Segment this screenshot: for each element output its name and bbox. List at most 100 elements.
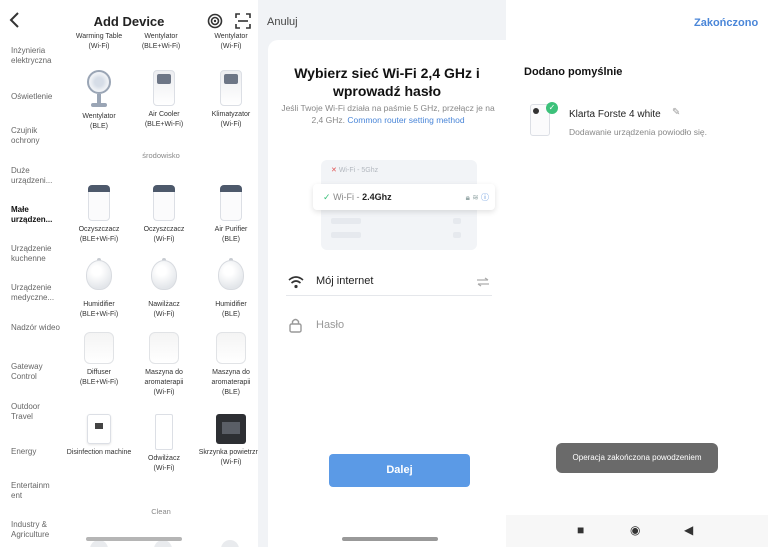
wifi-setup-panel: Anuluj Wybierz sieć Wi-Fi 2,4 GHz i wpro…: [258, 0, 506, 547]
device-item[interactable]: Warming Table (Wi-Fi): [64, 32, 134, 52]
air-purifier-icon: [220, 185, 242, 221]
air-cooler-icon: [153, 70, 175, 106]
category-video-surveillance[interactable]: Nadzór wideo: [11, 323, 63, 333]
wifi-signal-icon: ≋: [472, 193, 479, 202]
device-connection: (BLE+Wi-Fi): [141, 43, 181, 50]
device-item[interactable]: Wentylator (Wi-Fi): [196, 32, 258, 52]
category-medical[interactable]: Urządzenie medyczne...: [11, 283, 63, 303]
device-connection: (Wi-Fi): [153, 236, 175, 243]
device-icon-peek: [154, 540, 172, 547]
password-field[interactable]: Hasło: [286, 312, 492, 340]
success-toast: Operacja zakończona powodzeniem: [556, 443, 718, 473]
category-entertainment[interactable]: Entertainm ent: [11, 481, 63, 501]
device-item[interactable]: Wentylator (BLE): [64, 70, 134, 132]
recents-icon[interactable]: ■: [577, 523, 584, 537]
placeholder-bar: [331, 232, 361, 238]
lock-icon: [289, 318, 302, 333]
device-connection: (Wi-Fi): [88, 43, 110, 50]
device-item[interactable]: Diffuser (BLE+Wi-Fi): [64, 332, 134, 388]
device-item[interactable]: Odwilżacz (Wi-Fi): [129, 414, 199, 474]
disinfection-machine-icon: [87, 414, 111, 444]
category-large-appliances[interactable]: Duże urządzeni...: [11, 166, 63, 186]
section-clean: Clean: [151, 507, 171, 516]
category-industry-agriculture[interactable]: Industry & Agriculture: [11, 520, 63, 540]
device-item[interactable]: Air Cooler (BLE+Wi-Fi): [129, 70, 199, 130]
diffuser-icon: [216, 332, 246, 364]
wifi-24-row: ✓ Wi-Fi - 2.4Ghz 🔒︎ ≋ ⓘ: [313, 184, 495, 210]
category-security-sensor[interactable]: Czujnik ochrony: [11, 126, 63, 146]
category-electrical[interactable]: Inżynieria elektryczna: [11, 46, 63, 66]
device-connection: (BLE+Wi-Fi): [79, 379, 119, 386]
device-name: Air Cooler: [148, 111, 180, 118]
added-heading: Dodano pomyślnie: [524, 66, 623, 78]
device-connection: (Wi-Fi): [220, 43, 242, 50]
device-item[interactable]: Oczyszczacz (Wi-Fi): [129, 185, 199, 245]
device-name: Klarta Forste 4 white: [569, 109, 661, 120]
scan-nearby-icon[interactable]: [207, 13, 223, 29]
router-setting-link[interactable]: Common router setting method: [347, 115, 464, 125]
category-small-appliances[interactable]: Małe urządzen...: [11, 205, 63, 225]
device-name: Maszyna do aromaterapii: [211, 369, 251, 386]
device-item[interactable]: Nawilżacz (Wi-Fi): [129, 258, 199, 320]
device-item[interactable]: Wentylator (BLE+Wi-Fi): [126, 32, 196, 52]
category-gateway-control[interactable]: Gateway Control: [11, 362, 63, 382]
device-item[interactable]: Oczyszczacz (BLE+Wi-Fi): [64, 185, 134, 245]
home-icon[interactable]: ◉: [630, 523, 640, 537]
air-box-icon: [216, 414, 246, 444]
device-item[interactable]: Air Purifier (BLE): [196, 185, 258, 245]
category-outdoor-travel[interactable]: Outdoor Travel: [11, 402, 63, 422]
device-name: Diffuser: [87, 369, 111, 376]
qr-scan-icon[interactable]: [235, 13, 251, 29]
add-device-panel: Add Device Inżynieria elektryczna Oświet…: [0, 0, 258, 547]
device-connection: (BLE): [222, 236, 240, 243]
device-name: Skrzynka powietrzna: [198, 449, 258, 456]
password-placeholder: Hasło: [316, 319, 345, 331]
device-item[interactable]: Humidifier (BLE+Wi-Fi): [64, 258, 134, 320]
cross-icon: ✕: [331, 167, 337, 174]
device-item[interactable]: Disinfection machine: [64, 414, 134, 458]
device-name: Maszyna do aromaterapii: [144, 369, 184, 386]
category-kitchen[interactable]: Urządzenie kuchenne: [11, 244, 63, 264]
next-button[interactable]: Dalej: [329, 454, 470, 487]
home-indicator[interactable]: [86, 537, 182, 541]
device-name: Disinfection machine: [66, 449, 132, 456]
device-name: Klimatyzator: [211, 111, 251, 118]
edit-name-icon[interactable]: ✎: [672, 107, 680, 118]
wifi-24-band: 2.4Ghz: [362, 192, 392, 202]
lock-icon: 🔒︎: [465, 193, 470, 202]
device-name: Oczyszczacz: [78, 226, 120, 233]
wifi-5g-prefix: Wi-Fi -: [338, 167, 362, 174]
device-name: Warming Table: [75, 33, 123, 40]
device-item[interactable]: Humidifier (BLE): [196, 258, 258, 320]
diffuser-icon: [149, 332, 179, 364]
device-connection: (Wi-Fi): [220, 121, 242, 128]
wifi-24-prefix: Wi-Fi -: [333, 192, 363, 202]
switch-network-icon[interactable]: [476, 277, 490, 287]
placeholder-bar: [331, 218, 361, 224]
category-lighting[interactable]: Oświetlenie: [11, 92, 63, 102]
humidifier-icon: [149, 258, 179, 296]
device-added-panel: Zakończono Dodano pomyślnie ✓ Klarta For…: [506, 0, 768, 547]
info-icon: ⓘ: [481, 193, 489, 202]
wifi-heading: Wybierz sieć Wi-Fi 2,4 GHz i wprowadź ha…: [294, 65, 480, 99]
back-icon[interactable]: ◀: [684, 523, 693, 537]
home-indicator[interactable]: [342, 537, 438, 541]
device-connection: (Wi-Fi): [153, 311, 175, 318]
dehumidifier-icon: [155, 414, 173, 450]
device-item[interactable]: Klimatyzator (Wi-Fi): [196, 70, 258, 130]
air-purifier-icon: [88, 185, 110, 221]
device-connection: (Wi-Fi): [153, 389, 175, 396]
wifi-name-field[interactable]: Mój internet: [286, 268, 492, 296]
wifi-card: Wybierz sieć Wi-Fi 2,4 GHz i wprowadź ha…: [268, 40, 506, 547]
device-name: Wentylator: [144, 33, 178, 40]
wifi-icon: [288, 276, 304, 289]
device-name: Wentylator: [82, 113, 116, 120]
done-button[interactable]: Zakończono: [694, 17, 758, 29]
device-item[interactable]: Maszyna do aromaterapii (BLE): [196, 332, 258, 398]
device-item[interactable]: Skrzynka powietrzna (Wi-Fi): [196, 414, 258, 468]
device-item[interactable]: Maszyna do aromaterapii (Wi-Fi): [129, 332, 199, 398]
device-add-message: Dodawanie urządzenia powiodło się.: [569, 127, 707, 137]
cancel-button[interactable]: Anuluj: [267, 16, 298, 28]
device-name: Oczyszczacz: [143, 226, 185, 233]
category-energy[interactable]: Energy: [11, 447, 63, 457]
